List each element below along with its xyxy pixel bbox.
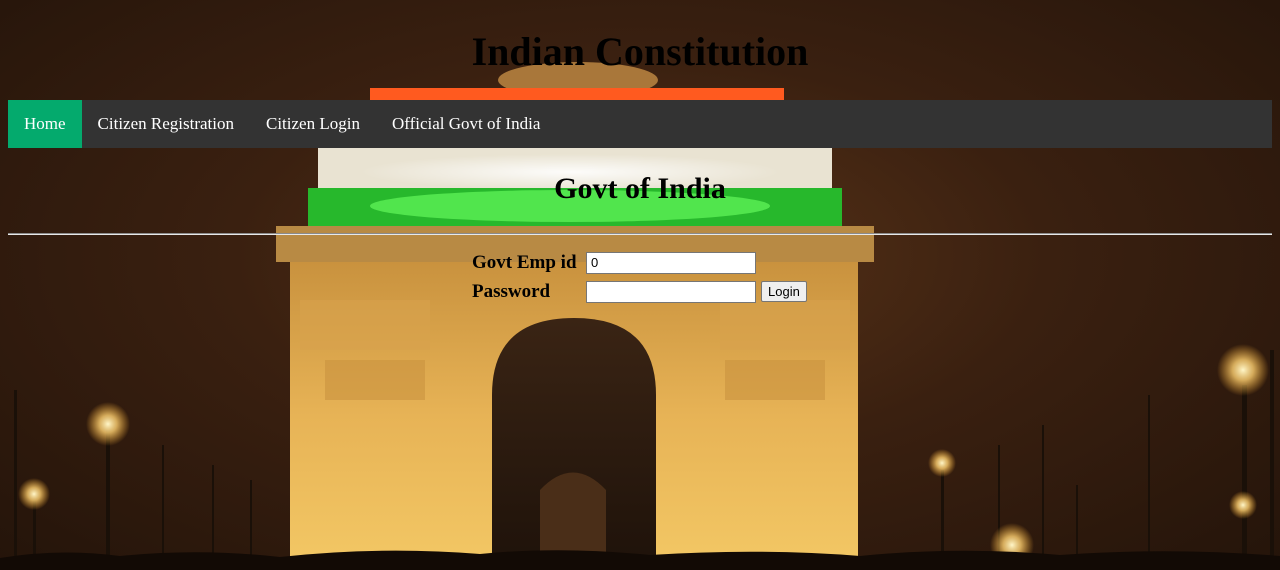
login-button[interactable]: Login (761, 281, 807, 302)
login-form: Govt Emp id Password Login (472, 249, 807, 307)
page: Indian Constitution Home Citizen Registr… (0, 0, 1280, 570)
nav-item-citizen-login[interactable]: Citizen Login (250, 100, 376, 148)
emp-id-input[interactable] (586, 251, 756, 274)
password-input[interactable] (586, 280, 756, 303)
nav-item-citizen-registration[interactable]: Citizen Registration (82, 100, 250, 148)
password-label: Password (472, 280, 551, 302)
site-title: Indian Constitution (471, 29, 809, 74)
nav-item-official-govt-of-india[interactable]: Official Govt of India (376, 100, 556, 148)
divider (8, 233, 1272, 235)
emp-id-row: Govt Emp id (472, 249, 807, 276)
nav-item-home[interactable]: Home (8, 100, 82, 148)
navbar: Home Citizen Registration Citizen Login … (8, 100, 1272, 148)
section-title: Govt of India (554, 172, 726, 205)
password-row: Password Login (472, 278, 807, 305)
emp-id-label: Govt Emp id (472, 251, 577, 273)
